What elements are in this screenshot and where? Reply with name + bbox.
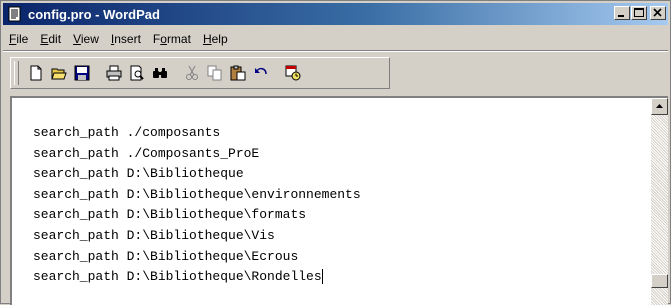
find-icon — [153, 68, 167, 78]
save-button[interactable] — [71, 62, 93, 84]
document-area[interactable]: search_path ./composants search_path ./Co… — [10, 96, 668, 305]
menu-file[interactable]: File — [3, 32, 34, 46]
wordpad-window: config.pro - WordPad File Edit View Insert F… — [0, 0, 671, 305]
open-icon — [51, 68, 67, 80]
menu-insert[interactable]: Insert — [105, 32, 147, 46]
document-line[interactable]: search_path D:\Bibliotheque — [33, 164, 361, 185]
wordpad-app-icon[interactable] — [7, 6, 23, 22]
new-button[interactable] — [25, 62, 47, 84]
text-caret — [321, 269, 323, 285]
menu-help[interactable]: Help — [197, 32, 234, 46]
menu-view[interactable]: View — [67, 32, 105, 46]
print-preview-button[interactable] — [126, 62, 148, 84]
open-button[interactable] — [48, 62, 70, 84]
document-line[interactable]: search_path D:\Bibliotheque\Ecrous — [33, 247, 361, 268]
maximize-icon — [634, 8, 644, 17]
document-line[interactable]: search_path D:\Bibliotheque\formats — [33, 205, 361, 226]
document-text[interactable]: search_path ./composants search_path ./Co… — [33, 123, 361, 288]
find-button[interactable] — [149, 62, 171, 84]
menu-separator — [3, 50, 668, 52]
paste-button[interactable] — [227, 62, 249, 84]
toolbar — [10, 57, 390, 89]
toolbar-grip[interactable] — [14, 61, 19, 85]
scroll-thumb[interactable] — [651, 274, 668, 288]
insert-datetime-button[interactable] — [282, 62, 304, 84]
menu-edit[interactable]: Edit — [34, 32, 67, 46]
scroll-up-button[interactable] — [651, 98, 668, 115]
title-bar[interactable]: config.pro - WordPad — [3, 3, 668, 25]
document-line[interactable]: search_path ./composants — [33, 123, 361, 144]
cut-button[interactable] — [181, 62, 203, 84]
menu-bar: File Edit View Insert Format Help — [3, 29, 234, 49]
vertical-scrollbar[interactable] — [651, 98, 668, 305]
copy-button[interactable] — [204, 62, 226, 84]
cut-icon — [186, 65, 198, 80]
window-title: config.pro - WordPad — [28, 6, 160, 22]
document-line[interactable]: search_path ./Composants_ProE — [33, 144, 361, 165]
copy-icon — [207, 65, 222, 81]
arrow-up-icon — [656, 104, 663, 108]
document-line[interactable]: search_path D:\Bibliotheque\Vis — [33, 226, 361, 247]
print-button[interactable] — [103, 62, 125, 84]
save-icon — [74, 65, 90, 81]
insert-datetime-icon — [285, 65, 301, 81]
paste-icon — [230, 65, 246, 81]
print-preview-icon — [130, 65, 144, 81]
undo-button[interactable] — [250, 62, 272, 84]
document-line[interactable]: search_path D:\Bibliotheque\environnemen… — [33, 185, 361, 206]
minimize-icon — [618, 15, 624, 17]
print-icon — [106, 65, 122, 81]
new-icon — [30, 65, 42, 81]
maximize-button[interactable] — [631, 6, 647, 20]
menu-format[interactable]: Format — [147, 32, 197, 46]
minimize-button[interactable] — [614, 6, 630, 20]
close-button[interactable] — [650, 6, 666, 20]
undo-icon — [255, 67, 267, 75]
close-icon — [653, 8, 662, 17]
document-line[interactable]: search_path D:\Bibliotheque\Rondelles — [33, 267, 361, 288]
